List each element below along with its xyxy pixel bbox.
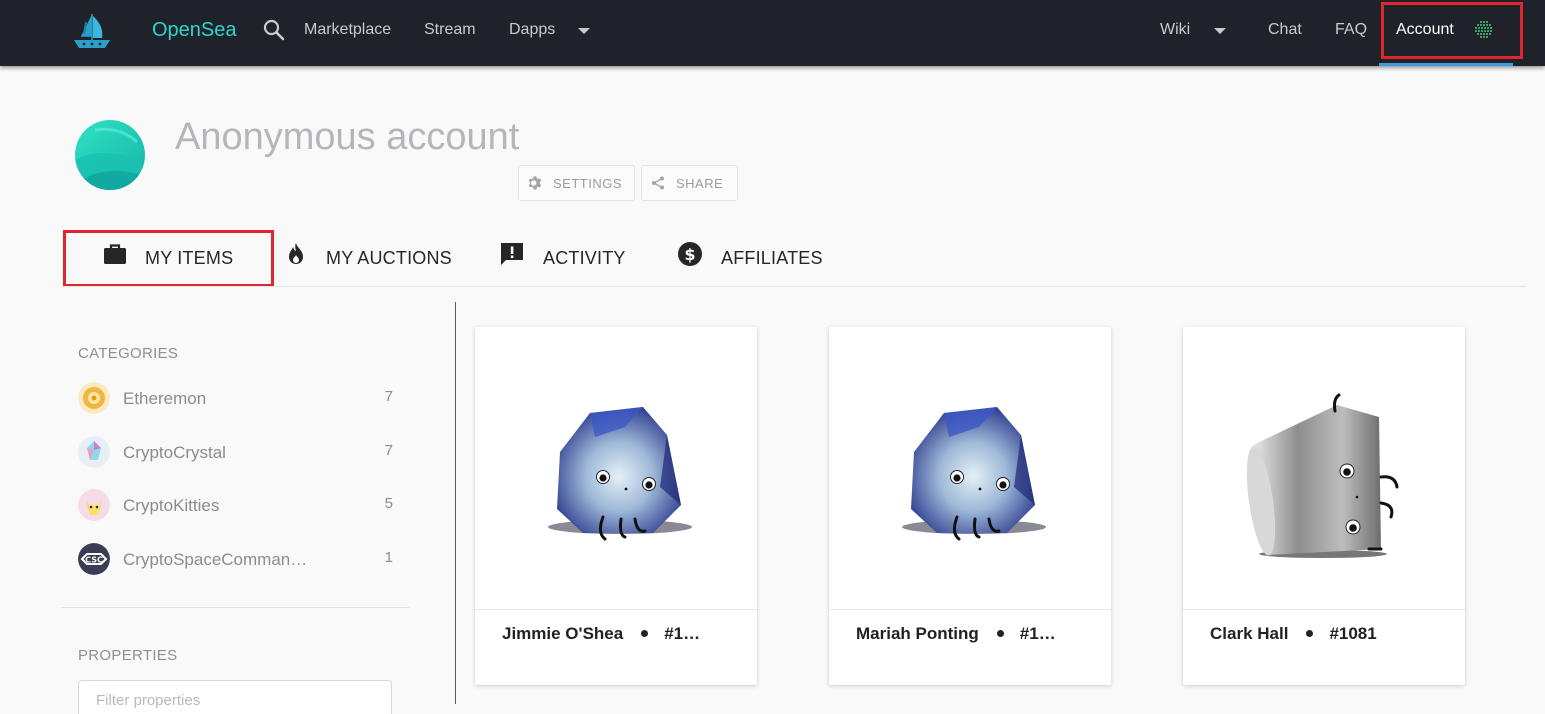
item-card[interactable]: Clark Hall #1081 — [1183, 327, 1465, 685]
card-separator — [475, 609, 757, 610]
tab-my-items[interactable]: MY ITEMS — [102, 237, 242, 277]
card-separator — [1183, 609, 1465, 610]
cryptokitties-icon — [78, 489, 110, 521]
nav-marketplace[interactable]: Marketplace — [304, 21, 391, 39]
nav-dapps[interactable]: Dapps — [509, 21, 555, 39]
category-name: CryptoSpaceComman… — [123, 550, 308, 569]
category-count: 7 — [384, 442, 393, 459]
category-cryptocrystal[interactable]: CryptoCrystal 7 — [78, 434, 393, 470]
nav-chat[interactable]: Chat — [1268, 21, 1302, 39]
avatar — [75, 120, 145, 190]
item-caption: Mariah Ponting #1… — [856, 624, 1086, 644]
item-card[interactable]: Jimmie O'Shea #1… — [475, 327, 757, 685]
category-count: 5 — [384, 495, 393, 512]
tab-activity[interactable]: ACTIVITY — [499, 237, 629, 277]
tabs-divider — [62, 286, 1526, 287]
category-etheremon[interactable]: Etheremon 7 — [78, 380, 393, 416]
category-count: 1 — [384, 549, 393, 566]
search-icon[interactable] — [262, 18, 286, 42]
category-name: CryptoCrystal — [123, 443, 226, 462]
settings-label: SETTINGS — [553, 176, 623, 191]
svg-text:$: $ — [684, 245, 695, 264]
categories-title: CATEGORIES — [78, 345, 179, 362]
item-id: #1… — [1019, 624, 1056, 643]
item-card[interactable]: Mariah Ponting #1… — [829, 327, 1111, 685]
category-cryptospacecommanders[interactable]: CSC CryptoSpaceComman… 1 — [78, 541, 393, 577]
brand-name[interactable]: OpenSea — [152, 19, 237, 42]
tab-label: ACTIVITY — [543, 248, 626, 268]
crystal-creature-image — [902, 407, 1046, 541]
alert-message-icon — [501, 243, 523, 265]
filter-properties-input[interactable] — [78, 680, 392, 714]
dotted-globe-icon — [1475, 21, 1492, 38]
flame-icon — [289, 243, 303, 264]
tab-label: MY AUCTIONS — [326, 248, 452, 268]
settings-button[interactable]: SETTINGS — [518, 165, 635, 201]
cryptocrystal-icon — [78, 436, 110, 468]
item-name: Jimmie O'Shea — [502, 624, 624, 643]
bullet-separator — [1306, 629, 1314, 637]
account-label: Account — [1396, 21, 1454, 38]
cryptospacecommanders-icon: CSC — [78, 543, 110, 575]
nav-wiki[interactable]: Wiki — [1160, 21, 1190, 39]
share-label: SHARE — [676, 176, 724, 191]
account-name: Anonymous account — [175, 116, 520, 158]
tab-affiliates[interactable]: $ AFFILIATES — [677, 237, 822, 277]
dollar-circle-icon: $ — [678, 242, 702, 266]
card-separator — [829, 609, 1111, 610]
bullet-separator — [996, 629, 1004, 637]
category-count: 7 — [384, 388, 393, 405]
wiki-caret-down-icon[interactable] — [1214, 28, 1226, 34]
category-cryptokitties[interactable]: CryptoKitties 5 — [78, 487, 393, 523]
nav-stream[interactable]: Stream — [424, 21, 476, 39]
gear-icon — [528, 176, 542, 190]
sidebar-divider — [61, 607, 409, 608]
content-divider — [455, 302, 456, 704]
share-button[interactable]: SHARE — [641, 165, 738, 201]
etheremon-icon — [78, 382, 110, 414]
briefcase-icon — [104, 244, 126, 264]
properties-title: PROPERTIES — [78, 647, 178, 664]
nav-faq[interactable]: FAQ — [1335, 21, 1367, 39]
nav-account[interactable]: Account — [1379, 0, 1515, 66]
share-icon — [652, 176, 664, 190]
tab-my-auctions[interactable]: MY AUCTIONS — [283, 237, 453, 277]
bullet-separator — [641, 629, 649, 637]
item-id: #1… — [664, 624, 701, 643]
top-navbar: OpenSea Marketplace Stream Dapps Wiki Ch… — [0, 0, 1545, 66]
category-name: Etheremon — [123, 389, 207, 408]
svg-text:CSC: CSC — [85, 556, 103, 565]
item-name: Mariah Ponting — [856, 624, 979, 643]
item-id: #1081 — [1329, 624, 1377, 643]
category-name: CryptoKitties — [123, 496, 220, 515]
item-caption: Jimmie O'Shea #1… — [502, 624, 732, 644]
tab-label: MY ITEMS — [145, 248, 234, 268]
tab-label: AFFILIATES — [721, 248, 823, 268]
opensea-ship-logo[interactable] — [72, 10, 112, 52]
crystal-creature-image — [548, 407, 692, 541]
active-underline — [1379, 63, 1513, 66]
metal-cup-creature-image — [1246, 393, 1399, 558]
item-caption: Clark Hall #1081 — [1210, 624, 1440, 644]
item-name: Clark Hall — [1210, 624, 1289, 643]
dapps-caret-down-icon[interactable] — [578, 28, 590, 34]
